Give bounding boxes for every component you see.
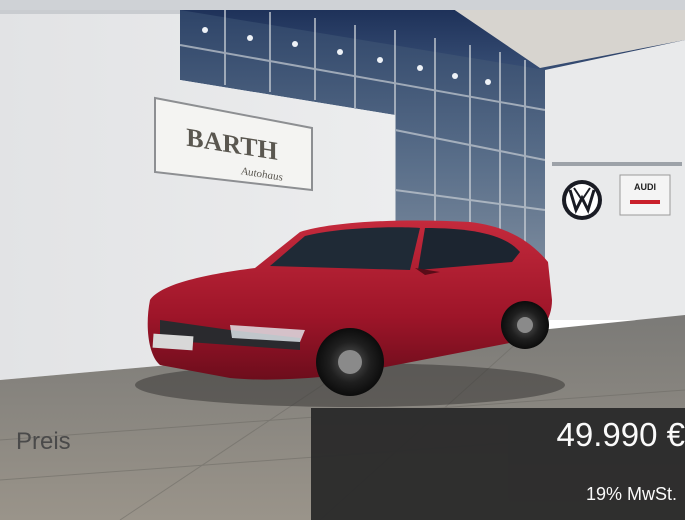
audi-sign: AUDI bbox=[619, 174, 671, 216]
price-value: 49.990 € bbox=[556, 416, 685, 453]
audi-sign-text: AUDI bbox=[634, 182, 656, 192]
listing-photo-card[interactable]: BARTH Autohaus AUDI Preis 49.990 € 19% M… bbox=[0, 0, 685, 520]
vw-logo-icon bbox=[562, 180, 602, 220]
price-label: Preis bbox=[16, 428, 71, 455]
price-tax-note: 19% MwSt. bbox=[585, 484, 677, 504]
price-box: 49.990 € 19% MwSt. bbox=[311, 408, 685, 520]
